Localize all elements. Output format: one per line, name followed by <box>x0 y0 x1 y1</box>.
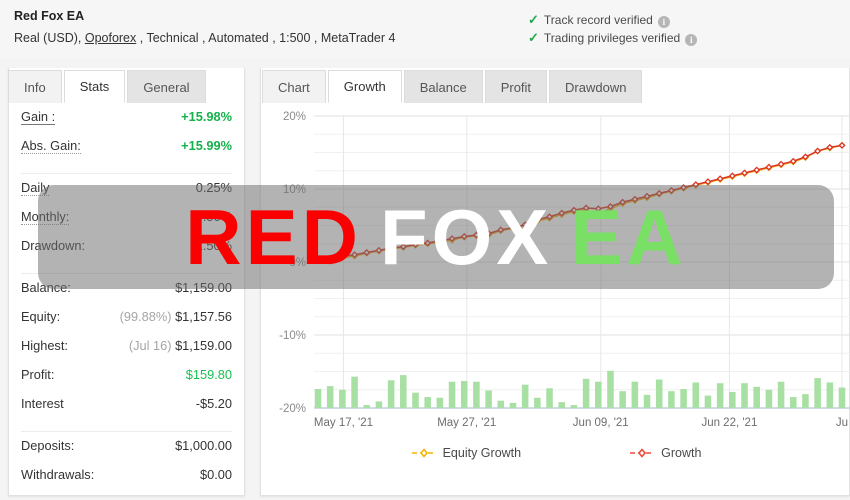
legend-label-equity-growth: Equity Growth <box>442 446 522 460</box>
stats-list: Gain : +15.98% Abs. Gain: +15.99% Daily … <box>9 103 244 500</box>
account-meta-suffix: , Technical , Automated , 1:500 , MetaTr… <box>136 31 396 45</box>
account-header: Red Fox EA Real (USD), Opoforex , Techni… <box>0 0 850 58</box>
tab-drawdown[interactable]: Drawdown <box>549 70 643 103</box>
stat-row-profit: Profit: $159.80 <box>21 367 232 396</box>
stat-row-deposits: Deposits: $1,000.00 <box>21 438 232 467</box>
stat-row-abs-gain: Abs. Gain: +15.99% <box>21 138 232 167</box>
stat-label: Balance: <box>21 280 71 295</box>
stat-row-monthly: Monthly: 7.50% <box>21 209 232 238</box>
chart-legend: Equity Growth Growth <box>262 440 850 466</box>
stat-label: Equity: <box>21 309 61 324</box>
tab-drawdown-label: Drawdown <box>565 79 627 95</box>
check-icon: ✓ <box>528 12 539 27</box>
legend-marker-growth <box>630 448 655 458</box>
stat-value: +15.98% <box>181 109 232 124</box>
tab-info-label: Info <box>24 79 46 95</box>
tab-profit-label: Profit <box>500 79 532 95</box>
legend-marker-equity-growth <box>411 448 436 458</box>
tab-stats-label: Stats <box>79 79 110 94</box>
tab-general[interactable]: General <box>127 70 206 103</box>
stat-value: 1.50% <box>195 238 232 253</box>
stat-label: Highest: <box>21 338 68 353</box>
tab-chart[interactable]: Chart <box>262 70 326 103</box>
tab-profit[interactable]: Profit <box>484 70 548 103</box>
stat-value: -$5.20 <box>195 396 232 411</box>
svg-text:10%: 10% <box>283 184 306 196</box>
stat-value-prefix: (99.88%) <box>119 309 172 324</box>
stat-label: Profit: <box>21 367 55 382</box>
stat-value: 0.25% <box>195 180 232 195</box>
check-icon: ✓ <box>528 30 539 45</box>
stats-tabstrip: Info Stats General <box>8 70 245 103</box>
stat-row-balance: Balance: $1,159.00 <box>21 280 232 309</box>
stat-value: (Jul 16) $1,159.00 <box>129 338 232 353</box>
stat-label: Deposits: <box>21 438 75 453</box>
stat-value: $1,159.00 <box>175 280 232 295</box>
stat-row-equity: Equity: (99.88%) $1,157.56 <box>21 309 232 338</box>
legend-item-growth[interactable]: Growth <box>629 446 701 460</box>
tab-balance[interactable]: Balance <box>403 70 483 103</box>
tab-general-label: General <box>143 79 190 95</box>
svg-text:0%: 0% <box>289 257 306 269</box>
stat-label: Interest <box>21 396 64 411</box>
stat-row-gain: Gain : +15.98% <box>21 109 232 138</box>
stat-value-prefix: (Jul 16) <box>128 338 172 353</box>
svg-text:20%: 20% <box>283 111 306 123</box>
svg-text:-20%: -20% <box>279 403 306 415</box>
trading-privileges-verified-label: Trading privileges verified <box>543 31 681 45</box>
info-icon[interactable]: i <box>657 16 670 28</box>
legend-label-growth: Growth <box>661 446 702 460</box>
divider <box>21 273 232 274</box>
tab-info[interactable]: Info <box>8 70 62 103</box>
divider <box>21 173 232 174</box>
growth-chart-svg: 20% 10% 0% -10% -20% May 17, '21 May 27, '21 Ju… <box>279 111 850 429</box>
growth-chart[interactable]: 20% 10% 0% -10% -20% May 17, '21 May 27, '21 Ju… <box>262 104 850 474</box>
stat-label: Daily <box>21 180 50 196</box>
stat-label: Abs. Gain: <box>21 138 81 154</box>
svg-text:Ju: Ju <box>836 417 848 429</box>
stat-value: $159.80 <box>185 367 232 382</box>
tab-chart-label: Chart <box>278 79 310 95</box>
stat-value-main: $1,157.56 <box>175 309 232 324</box>
tab-growth[interactable]: Growth <box>327 70 402 103</box>
stat-value: +15.99% <box>181 138 232 153</box>
page-root: Red Fox EA Real (USD), Opoforex , Techni… <box>0 0 850 500</box>
track-record-verified-label: Track record verified <box>543 13 653 27</box>
stat-label: Gain : <box>21 109 56 125</box>
svg-text:May 27, '21: May 27, '21 <box>437 417 496 429</box>
divider <box>21 431 232 432</box>
account-meta-prefix: Real (USD), <box>14 31 85 45</box>
tab-stats[interactable]: Stats <box>63 70 126 103</box>
tab-balance-label: Balance <box>419 79 467 95</box>
stat-label: Monthly: <box>21 209 70 225</box>
trading-privileges-verified: ✓ Trading privileges verified i <box>528 30 698 46</box>
stat-label: Withdrawals: <box>21 467 95 482</box>
stat-label: Drawdown: <box>21 238 86 253</box>
stat-value: (99.88%) $1,157.56 <box>120 309 232 324</box>
svg-text:-10%: -10% <box>279 330 306 342</box>
svg-text:Jun 22, '21: Jun 22, '21 <box>701 417 757 429</box>
svg-text:Jun 09, '21: Jun 09, '21 <box>573 417 629 429</box>
stat-row-daily: Daily 0.25% <box>21 180 232 209</box>
account-meta: Real (USD), Opoforex , Technical , Autom… <box>14 31 395 45</box>
svg-text:May 17, '21: May 17, '21 <box>314 417 373 429</box>
stat-row-withdrawals: Withdrawals: $0.00 <box>21 467 232 496</box>
stat-value: 7.50% <box>195 209 232 224</box>
broker-link[interactable]: Opoforex <box>85 31 136 45</box>
stat-value: $0.00 <box>199 467 232 482</box>
stat-value: $1,000.00 <box>175 438 232 453</box>
stat-row-interest: Interest -$5.20 <box>21 396 232 425</box>
account-name: Red Fox EA <box>14 9 85 23</box>
stat-row-highest: Highest: (Jul 16) $1,159.00 <box>21 338 232 367</box>
stat-value-main: $1,159.00 <box>175 338 232 353</box>
legend-item-equity-growth[interactable]: Equity Growth <box>411 446 522 460</box>
track-record-verified: ✓ Track record verified i <box>528 12 670 28</box>
stat-row-drawdown: Drawdown: 1.50% <box>21 238 232 267</box>
tab-growth-label: Growth <box>343 79 386 94</box>
chart-tabstrip: Chart Growth Balance Profit Drawdown <box>262 70 644 103</box>
info-icon[interactable]: i <box>685 34 698 46</box>
